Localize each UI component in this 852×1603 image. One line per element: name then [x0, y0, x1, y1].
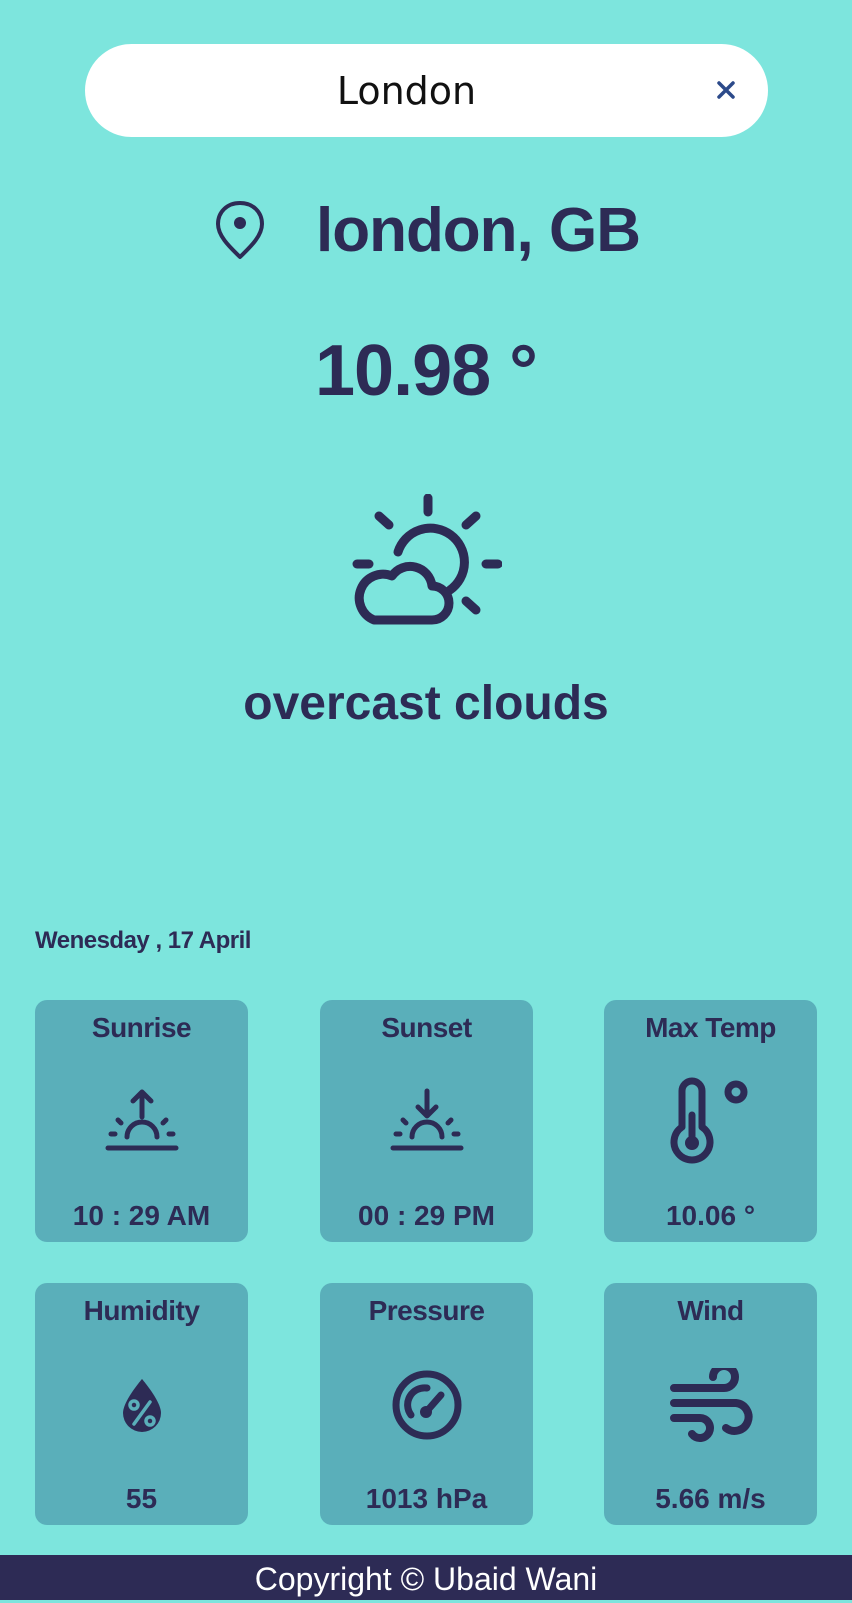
clear-search-button[interactable] — [706, 70, 746, 110]
footer-copyright: Copyright © Ubaid Wani — [0, 1555, 852, 1600]
wind-icon — [669, 1368, 753, 1442]
max-temp-card: Max Temp 10.06 ° — [604, 1000, 817, 1242]
sun-behind-cloud-icon — [352, 494, 502, 625]
weather-description: overcast clouds — [243, 677, 609, 730]
wind-value: 5.66 m/s — [655, 1483, 766, 1514]
pressure-value: 1013 hPa — [365, 1483, 488, 1514]
location-pin-icon — [215, 200, 264, 259]
pressure-card: Pressure 1013 hPa — [320, 1283, 533, 1525]
close-icon — [717, 81, 735, 99]
max-temp-value: 10.06 ° — [665, 1200, 756, 1231]
wind-card: Wind 5.66 m/s — [604, 1283, 817, 1525]
card-title: Wind — [677, 1295, 744, 1326]
sunrise-icon — [105, 1089, 178, 1151]
city-name: london, GB — [315, 196, 641, 265]
current-temperature: 10.98 ° — [315, 331, 538, 411]
card-title: Humidity — [83, 1295, 200, 1326]
thermometer-icon — [670, 1077, 747, 1164]
gauge-icon — [392, 1370, 461, 1440]
sunrise-value: 10 : 29 AM — [72, 1200, 211, 1231]
search-input[interactable] — [125, 44, 688, 137]
card-title: Sunrise — [91, 1012, 192, 1043]
humidity-card: Humidity 55 — [35, 1283, 248, 1525]
sunset-icon — [390, 1088, 463, 1151]
sunset-value: 00 : 29 PM — [358, 1200, 495, 1231]
sunrise-card: Sunrise 10 : 29 AM — [35, 1000, 248, 1242]
sunset-card: Sunset 00 : 29 PM — [320, 1000, 533, 1242]
search-bar — [85, 44, 768, 137]
location-header: london, GB — [0, 195, 852, 266]
card-title: Pressure — [368, 1295, 485, 1326]
humidity-value: 55 — [125, 1483, 158, 1514]
card-title: Sunset — [381, 1012, 472, 1043]
humidity-drop-icon — [122, 1379, 161, 1432]
card-title: Max Temp — [645, 1012, 776, 1043]
current-date: Wenesday , 17 April — [35, 927, 251, 954]
